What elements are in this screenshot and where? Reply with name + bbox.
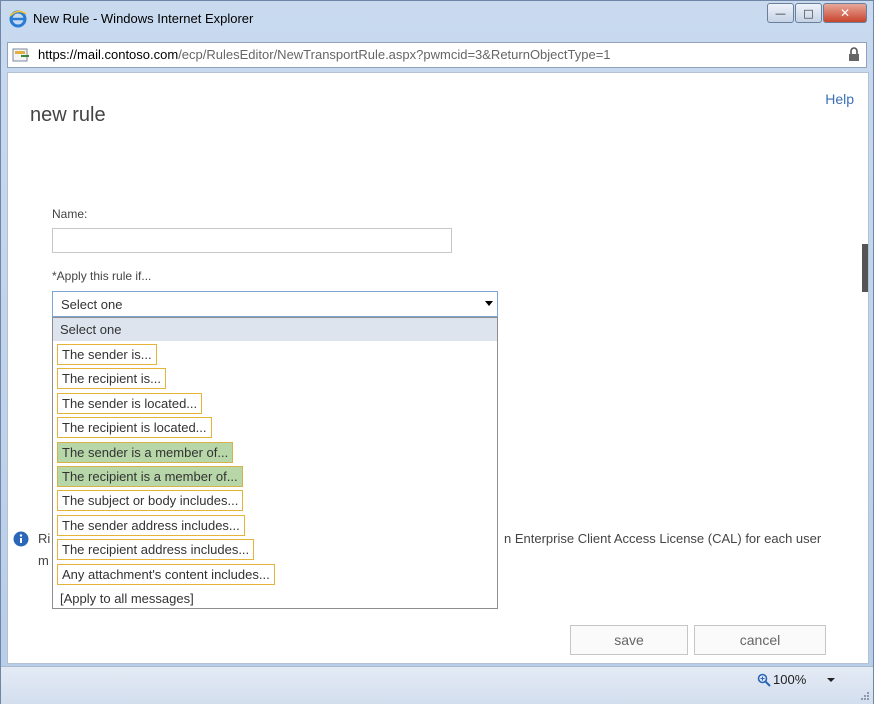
zoom-dropdown-icon[interactable] <box>827 678 835 682</box>
dropdown-option-recipient-located[interactable]: The recipient is located... <box>53 416 497 439</box>
option-label: The sender address includes... <box>57 515 245 536</box>
info-icon <box>13 531 29 547</box>
minimize-button[interactable]: — <box>767 3 794 23</box>
window-controls: — □ ✕ <box>766 3 867 25</box>
option-label: The recipient is... <box>57 368 166 389</box>
title-bar: New Rule - Windows Internet Explorer — □… <box>1 1 873 39</box>
url-path: /ecp/RulesEditor/NewTransportRule.aspx?p… <box>178 47 611 62</box>
info-text: n Enterprise Client Access License (CAL)… <box>504 531 822 546</box>
name-label: Name: <box>52 207 88 221</box>
option-label: The recipient address includes... <box>57 539 255 560</box>
option-label: The recipient is a member of... <box>57 466 243 487</box>
help-link[interactable]: Help <box>825 91 854 107</box>
page-icon <box>12 48 29 62</box>
internet-explorer-icon <box>9 10 27 28</box>
info-text-fragment-2: m <box>38 553 49 568</box>
dropdown-option-select-one[interactable]: Select one <box>53 318 497 341</box>
info-text-fragment: Ri <box>38 531 51 546</box>
resize-grip-icon[interactable] <box>860 691 870 701</box>
dropdown-option-recipient-member-of[interactable]: The recipient is a member of... <box>53 465 497 488</box>
option-label: The sender is... <box>57 344 157 365</box>
dropdown-option-sender-address-includes[interactable]: The sender address includes... <box>53 514 497 537</box>
option-label: Any attachment's content includes... <box>57 564 275 585</box>
dropdown-option-sender-located[interactable]: The sender is located... <box>53 392 497 415</box>
option-label: The recipient is located... <box>57 417 212 438</box>
condition-dropdown-list: Select one The sender is... The recipien… <box>52 317 498 609</box>
option-label: The sender is located... <box>57 393 203 414</box>
address-url[interactable]: https://mail.contoso.com/ecp/RulesEditor… <box>38 47 611 62</box>
apply-rule-select[interactable]: Select one <box>52 291 498 317</box>
dropdown-option-recipient-address-includes[interactable]: The recipient address includes... <box>53 538 497 561</box>
dropdown-option-attachment-content-includes[interactable]: Any attachment's content includes... <box>53 563 497 586</box>
address-bar[interactable]: https://mail.contoso.com/ecp/RulesEditor… <box>7 42 867 68</box>
lock-icon[interactable] <box>848 47 860 62</box>
option-label: The sender is a member of... <box>57 442 234 463</box>
dropdown-option-apply-to-all[interactable]: [Apply to all messages] <box>53 587 497 610</box>
zoom-level[interactable]: 100% <box>773 672 806 687</box>
option-label: The subject or body includes... <box>57 490 244 511</box>
name-input[interactable] <box>52 228 452 253</box>
page-title: new rule <box>30 104 106 126</box>
close-button[interactable]: ✕ <box>823 3 867 23</box>
dropdown-option-sender-member-of[interactable]: The sender is a member of... <box>53 441 497 464</box>
window-title: New Rule - Windows Internet Explorer <box>33 11 254 26</box>
save-button[interactable]: save <box>570 625 688 655</box>
url-protocol: https:// <box>38 47 78 62</box>
chevron-down-icon[interactable] <box>485 301 493 306</box>
url-host: mail.contoso.com <box>77 47 179 62</box>
dropdown-option-subject-body-includes[interactable]: The subject or body includes... <box>53 489 497 512</box>
magnifier-icon <box>757 673 771 687</box>
dropdown-option-recipient-is[interactable]: The recipient is... <box>53 367 497 390</box>
status-bar: 100% <box>1 666 873 704</box>
browser-window: New Rule - Windows Internet Explorer — □… <box>0 0 874 704</box>
dropdown-option-sender-is[interactable]: The sender is... <box>53 343 497 366</box>
select-value: Select one <box>61 297 123 312</box>
scrollbar-thumb[interactable] <box>862 244 868 292</box>
page-content: Help new rule Name: *Apply this rule if.… <box>7 72 869 664</box>
maximize-button[interactable]: □ <box>795 3 822 23</box>
option-label: [Apply to all messages] <box>60 591 194 606</box>
cancel-button[interactable]: cancel <box>694 625 826 655</box>
apply-rule-label: *Apply this rule if... <box>52 269 152 283</box>
option-label: Select one <box>60 322 122 337</box>
